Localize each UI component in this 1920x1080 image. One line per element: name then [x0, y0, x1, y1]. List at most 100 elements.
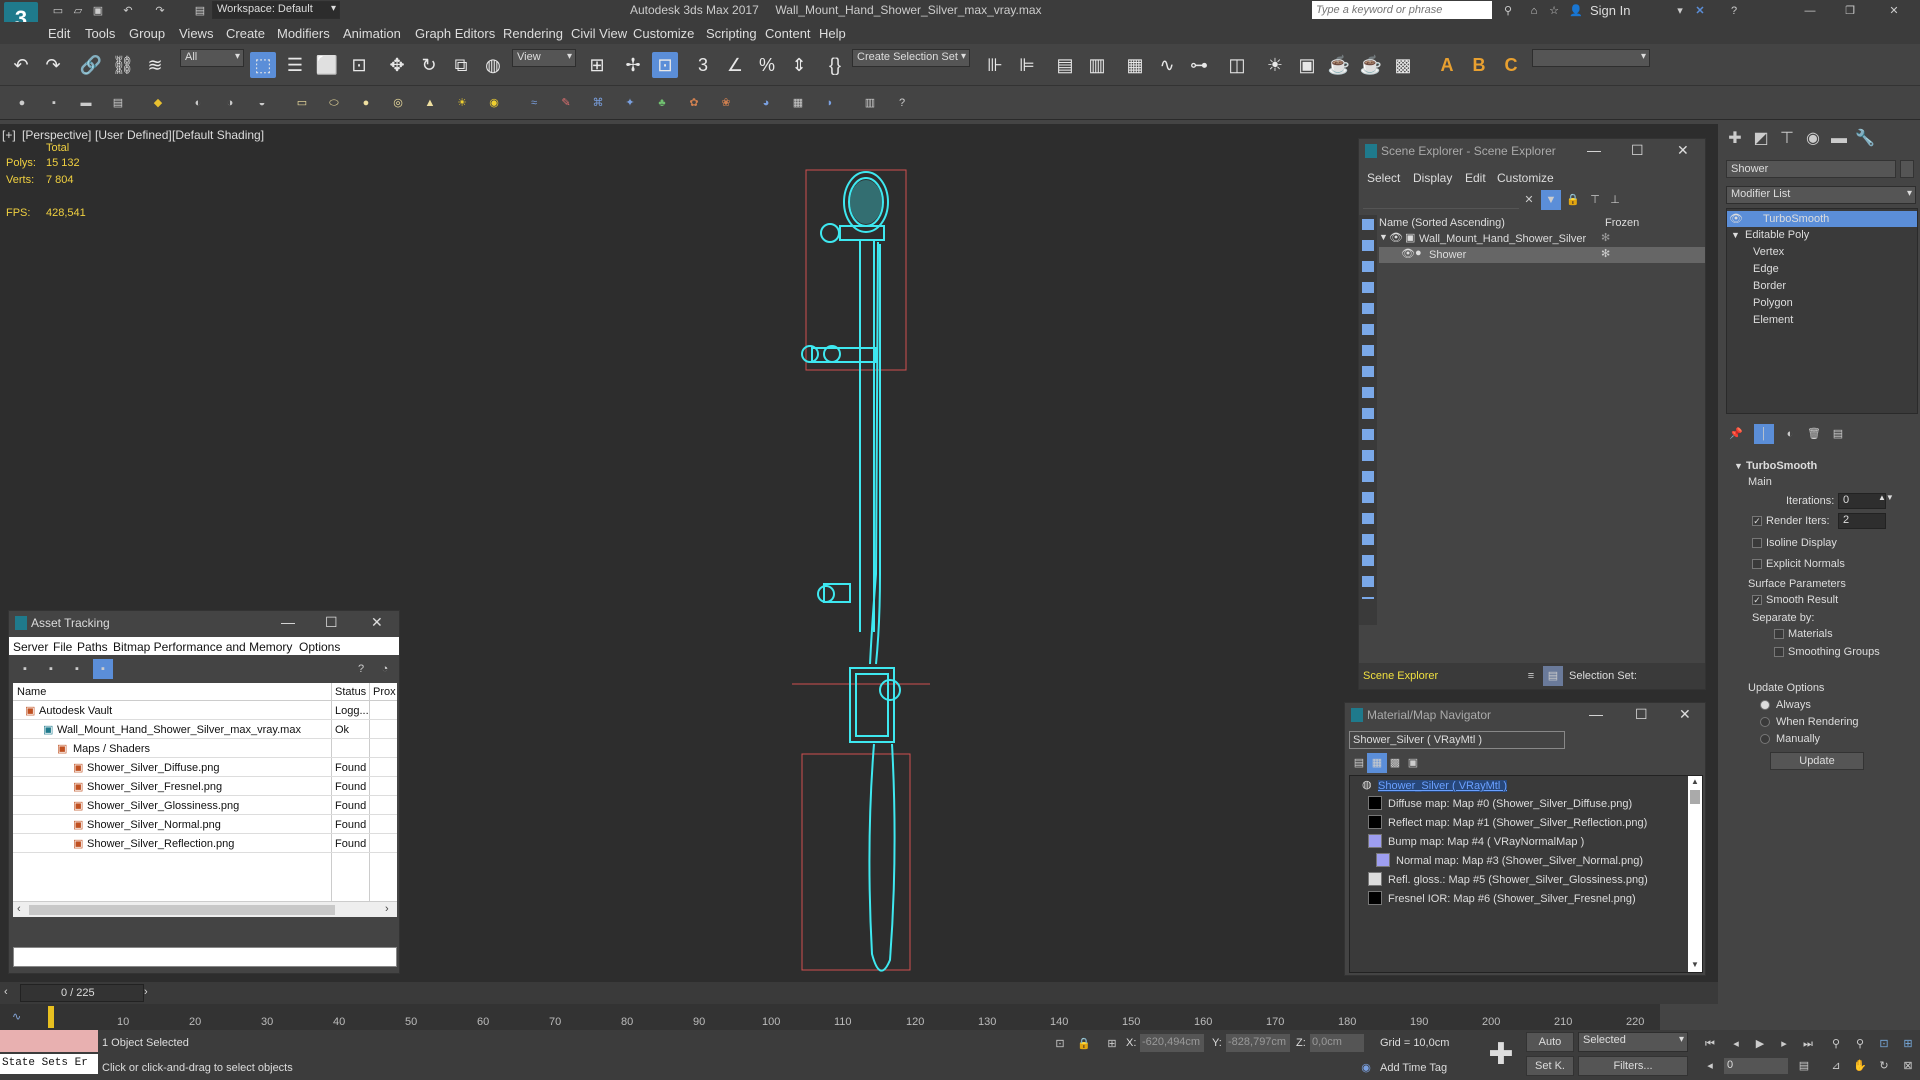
map-item[interactable]: Bump map: Map #4 ( VRayNormalMap ) — [1364, 834, 1694, 850]
torus-icon[interactable]: ◎ — [388, 93, 408, 113]
help-icon[interactable]: ? — [1724, 1, 1744, 21]
zoom-extents-icon[interactable]: ⊡ — [1874, 1034, 1894, 1054]
redo-small-icon[interactable]: ↷ — [150, 1, 170, 21]
tool-icon-7[interactable]: ◑ — [220, 93, 240, 113]
selection-lock-icon[interactable]: 🔒 — [1074, 1034, 1094, 1054]
smoothing-groups-checkbox[interactable] — [1774, 647, 1784, 657]
view-list-icon[interactable]: ▤ — [1349, 753, 1369, 773]
workspace-dropdown[interactable]: Workspace: Default — [212, 1, 340, 19]
modifier-list-dropdown[interactable]: Modifier List — [1726, 186, 1916, 204]
asset-menu-options[interactable]: Options — [299, 640, 340, 654]
scene-explorer-menu-edit[interactable]: Edit — [1465, 171, 1486, 185]
menu-views[interactable]: Views — [179, 26, 213, 41]
col-status-header[interactable]: Status — [335, 686, 366, 698]
menu-graph-editors[interactable]: Graph Editors — [415, 26, 495, 41]
tool-icon-12[interactable]: ✦ — [620, 93, 640, 113]
time-config-icon[interactable]: ▤ — [1794, 1056, 1814, 1076]
hierarchy-tab-icon[interactable]: ⊤ — [1776, 128, 1798, 150]
zoom-icon[interactable]: ⚲ — [1826, 1034, 1846, 1054]
tool-icon-18[interactable]: ◗ — [820, 93, 840, 113]
rect-selection-icon[interactable]: ⬜ — [314, 52, 340, 78]
scene-explorer-toggle-icon[interactable]: ▤ — [1052, 52, 1078, 78]
minimize-icon[interactable]: — — [281, 614, 295, 630]
spinner-arrows-icon[interactable]: ▲▼ — [1878, 493, 1894, 502]
select-object-icon[interactable]: ⬚ — [250, 52, 276, 78]
col-name-header[interactable]: Name — [17, 686, 46, 698]
exchange-icon[interactable]: ✕ — [1690, 1, 1710, 21]
tool-icon-2[interactable]: ▪ — [44, 93, 64, 113]
materials-checkbox[interactable] — [1774, 629, 1784, 639]
viewport-user-label[interactable]: [User Defined] — [95, 128, 172, 142]
filter-icon[interactable]: ▼ — [1541, 190, 1561, 210]
map-item[interactable]: Reflect map: Map #1 (Shower_Silver_Refle… — [1364, 815, 1694, 831]
cone-icon[interactable]: ▲ — [420, 93, 440, 113]
menu-customize[interactable]: Customize — [633, 26, 694, 41]
select-manipulate-icon[interactable]: ✢ — [620, 52, 646, 78]
close-icon[interactable]: ✕ — [1677, 142, 1689, 159]
menu-tools[interactable]: Tools — [85, 26, 115, 41]
current-material-field[interactable]: Shower_Silver ( VRayMtl ) — [1349, 731, 1565, 749]
sub-object-edge[interactable]: Edge — [1753, 263, 1779, 275]
scene-explorer-find-input[interactable] — [1363, 191, 1519, 209]
asset-tool-4-icon[interactable]: ▪ — [93, 659, 113, 679]
binoculars-icon[interactable]: ⚲ — [1498, 1, 1518, 21]
make-unique-icon[interactable]: ◐ — [1780, 424, 1800, 444]
absolute-mode-icon[interactable]: ⊞ — [1102, 1034, 1122, 1054]
when-rendering-radio[interactable] — [1760, 717, 1770, 727]
scene-explorer-footer-name[interactable]: Scene Explorer — [1363, 670, 1438, 682]
table-row[interactable]: ▣ Maps / Shaders — [13, 740, 397, 758]
new-file-icon[interactable]: ▭ — [48, 1, 68, 21]
tool-icon-8[interactable]: ◒ — [252, 93, 272, 113]
scene-item-label[interactable]: Shower — [1429, 249, 1466, 261]
rotate-icon[interactable]: ↻ — [416, 52, 442, 78]
pan-icon[interactable]: ✋ — [1850, 1056, 1870, 1076]
percent-snap-icon[interactable]: % — [754, 52, 780, 78]
sub-object-vertex[interactable]: Vertex — [1753, 246, 1784, 258]
render-production-icon[interactable]: ☕ — [1326, 52, 1352, 78]
place-icon[interactable]: ◍ — [480, 52, 506, 78]
rollout-collapse-icon[interactable]: ▼ — [1734, 461, 1743, 471]
material-root-item[interactable]: ◍ Shower_Silver ( VRayMtl ) — [1362, 778, 1512, 794]
align-icon[interactable]: ⊫ — [1014, 52, 1040, 78]
text-a-icon[interactable]: A — [1434, 52, 1460, 78]
render-iters-checkbox[interactable]: ✓ — [1752, 516, 1762, 526]
table-row[interactable]: ▣ Shower_Silver_Glossiness.png Found — [13, 797, 397, 815]
vertical-scrollbar[interactable]: ▲ ▼ — [1688, 776, 1702, 972]
close-icon[interactable]: ✕ — [371, 614, 383, 631]
render-iters-spinner[interactable]: 2 — [1838, 513, 1886, 529]
modify-tab-icon[interactable]: ◩ — [1750, 128, 1772, 150]
display-tab-icon[interactable]: ▬ — [1828, 128, 1850, 150]
scroll-up-icon[interactable]: ▲ — [1691, 777, 1699, 786]
configure-sets-icon[interactable]: ▤ — [1828, 424, 1848, 444]
help-circle-icon[interactable]: ? — [892, 93, 912, 113]
window-crossing-icon[interactable]: ⊡ — [346, 52, 372, 78]
asset-menu-paths[interactable]: Paths — [77, 640, 108, 654]
selection-set-icon[interactable]: ▤ — [1543, 666, 1563, 686]
tool-icon-6[interactable]: ◐ — [188, 93, 208, 113]
play-icon[interactable]: ▶ — [1750, 1034, 1770, 1054]
visibility-eye-icon[interactable]: 👁 — [1401, 247, 1415, 260]
favorites-icon[interactable]: ☆ — [1544, 1, 1564, 21]
menu-modifiers[interactable]: Modifiers — [277, 26, 330, 41]
zoom-extents-all-icon[interactable]: ⊞ — [1898, 1034, 1918, 1054]
prev-key-icon[interactable]: ◂ — [1726, 1034, 1746, 1054]
scene-explorer-menu-customize[interactable]: Customize — [1497, 171, 1554, 185]
tool-icon-16[interactable]: ◕ — [756, 93, 776, 113]
key-filter-dropdown[interactable]: Selected — [1578, 1032, 1688, 1052]
asset-tool-2-icon[interactable]: ▪ — [41, 659, 61, 679]
tool-icon-3[interactable]: ▬ — [76, 93, 96, 113]
column-frozen-header[interactable]: Frozen — [1605, 217, 1639, 229]
box-icon[interactable]: ▭ — [292, 93, 312, 113]
bind-space-warp-icon[interactable]: ≋ — [142, 52, 168, 78]
table-row[interactable]: ▣ Shower_Silver_Normal.png Found — [13, 816, 397, 834]
maximize-icon[interactable]: ☐ — [1635, 706, 1648, 723]
render-cloud-icon[interactable]: ▩ — [1390, 52, 1416, 78]
render-setup-icon[interactable]: ☀ — [1262, 52, 1288, 78]
object-color-swatch[interactable] — [1900, 160, 1914, 178]
menu-edit[interactable]: Edit — [48, 26, 70, 41]
scene-item-group[interactable]: ▼ 👁 ▣ Wall_Mount_Hand_Shower_Silver ✻ — [1379, 231, 1705, 247]
freeze-icon[interactable]: ✻ — [1601, 247, 1610, 260]
undo-icon[interactable]: ↶ — [8, 52, 34, 78]
text-b-icon[interactable]: B — [1466, 52, 1492, 78]
layer-explorer-icon[interactable]: ▥ — [1084, 52, 1110, 78]
